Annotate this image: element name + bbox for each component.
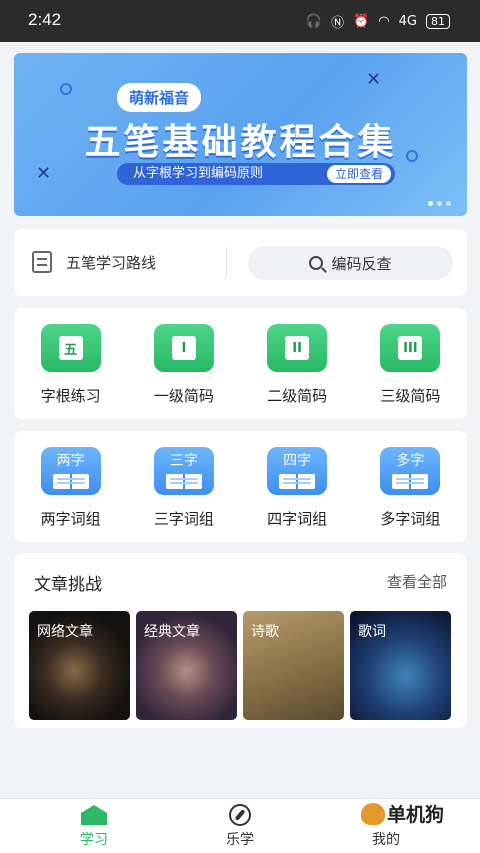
grid-item-label: 一级简码 xyxy=(153,387,214,405)
article-tiles: 网络文章 经典文章 诗歌 歌词 xyxy=(29,611,451,720)
grid-item-radical-practice[interactable]: 五 字根练习 xyxy=(14,324,127,406)
article-tile-classic[interactable]: 经典文章 xyxy=(136,611,237,720)
headphones-icon: 🎧 xyxy=(305,14,323,29)
section-title: 文章挑战 xyxy=(34,575,102,595)
tab-label: 我的 xyxy=(372,832,400,848)
promo-banner[interactable]: ✕ ✕ 萌新福音 五笔基础教程合集 从字根学习到编码原则 立即查看 xyxy=(14,53,467,216)
grid-item-label: 字根练习 xyxy=(40,387,101,405)
pager-dot xyxy=(446,201,451,206)
level3-code-icon: III xyxy=(380,324,441,372)
cross-decoration-icon: ✕ xyxy=(366,69,382,90)
article-tile-poetry[interactable]: 诗歌 xyxy=(243,611,344,720)
grid-item-level3-code[interactable]: III 三级简码 xyxy=(354,324,467,406)
grid-item-two-char-phrase[interactable]: 两字 两字词组 xyxy=(14,447,127,529)
grid-item-level2-code[interactable]: II 二级简码 xyxy=(241,324,354,406)
tab-label: 学习 xyxy=(80,832,108,848)
learning-route-label: 五笔学习路线 xyxy=(66,253,157,272)
banner-view-button[interactable]: 立即查看 xyxy=(326,165,391,183)
watermark-logo: 单机狗 xyxy=(360,800,444,827)
dog-logo-icon xyxy=(360,802,385,825)
level1-code-icon: I xyxy=(153,324,214,372)
grid-item-label: 多字词组 xyxy=(380,510,441,528)
code-lookup-label: 编码反查 xyxy=(331,254,392,273)
cross-decoration-icon: ✕ xyxy=(36,163,52,184)
article-tile-lyrics[interactable]: 歌词 xyxy=(350,611,451,720)
document-icon xyxy=(32,251,52,273)
article-challenge-card: 文章挑战 查看全部 网络文章 经典文章 诗歌 歌词 xyxy=(14,553,467,728)
book-icon: 多字 xyxy=(380,447,441,495)
grid-item-label: 两字词组 xyxy=(40,510,101,528)
banner-title: 五笔基础教程合集 xyxy=(84,122,397,163)
compass-icon xyxy=(229,804,251,826)
grid-item-multi-char-phrase[interactable]: 多字 多字词组 xyxy=(354,447,467,529)
banner-subtitle: 从字根学习到编码原则 xyxy=(133,166,264,181)
grid-item-four-char-phrase[interactable]: 四字 四字词组 xyxy=(241,447,354,529)
route-card: 五笔学习路线 编码反查 xyxy=(14,229,467,296)
practice-grid-card: 五 字根练习 I 一级简码 II 二级简码 III 三级简码 xyxy=(14,308,467,419)
tab-label: 乐学 xyxy=(226,832,254,848)
book-icon: 四字 xyxy=(267,447,328,495)
pager-dot xyxy=(437,201,442,206)
radical-practice-icon: 五 xyxy=(40,324,101,372)
banner-pager xyxy=(428,201,451,206)
status-time: 2:42 xyxy=(28,10,62,29)
book-icon: 两字 xyxy=(40,447,101,495)
view-all-link[interactable]: 查看全部 xyxy=(387,571,447,592)
banner-brand-tag: 萌新福音 xyxy=(117,83,202,112)
wifi-icon: ◠ xyxy=(378,14,390,29)
status-bar: 2:42 🎧 Ⓝ ⏰ ◠ 4G 81 xyxy=(0,0,480,42)
book-icon: 三字 xyxy=(153,447,214,495)
alarm-icon: ⏰ xyxy=(353,14,370,29)
ring-decoration-icon xyxy=(60,83,72,95)
tab-fun-learning[interactable]: 乐学 xyxy=(160,799,320,853)
nfc-icon: Ⓝ xyxy=(331,16,345,31)
tab-study[interactable]: 学习 xyxy=(14,799,174,853)
phrase-grid-card: 两字 两字词组 三字 三字词组 四字 四字词组 多字 多字词组 xyxy=(14,431,467,542)
grid-item-level1-code[interactable]: I 一级简码 xyxy=(127,324,240,406)
learning-route-link[interactable]: 五笔学习路线 xyxy=(32,251,156,273)
status-icons: 🎧 Ⓝ ⏰ ◠ 4G 81 xyxy=(306,12,450,31)
level2-code-icon: II xyxy=(267,324,328,372)
signal-icon: 4G xyxy=(398,14,417,29)
grid-item-label: 三级简码 xyxy=(380,387,441,405)
search-icon xyxy=(309,256,324,270)
banner-subtitle-bar: 从字根学习到编码原则 立即查看 xyxy=(117,163,395,185)
tile-label: 诗歌 xyxy=(251,624,279,640)
article-tile-web[interactable]: 网络文章 xyxy=(29,611,130,720)
code-lookup-button[interactable]: 编码反查 xyxy=(248,246,453,280)
grid-item-label: 二级简码 xyxy=(267,387,328,405)
tile-label: 网络文章 xyxy=(37,624,93,640)
pager-dot xyxy=(428,201,433,206)
grid-item-label: 四字词组 xyxy=(267,510,328,528)
battery-icon: 81 xyxy=(426,14,450,29)
bottom-tab-bar: 学习 乐学 我的 单机狗 xyxy=(0,798,480,853)
tile-label: 经典文章 xyxy=(144,624,200,640)
home-icon xyxy=(81,805,107,825)
grid-item-label: 三字词组 xyxy=(153,510,214,528)
divider xyxy=(226,247,227,277)
watermark-text: 单机狗 xyxy=(386,804,444,826)
grid-item-three-char-phrase[interactable]: 三字 三字词组 xyxy=(127,447,240,529)
tile-label: 歌词 xyxy=(358,624,386,640)
